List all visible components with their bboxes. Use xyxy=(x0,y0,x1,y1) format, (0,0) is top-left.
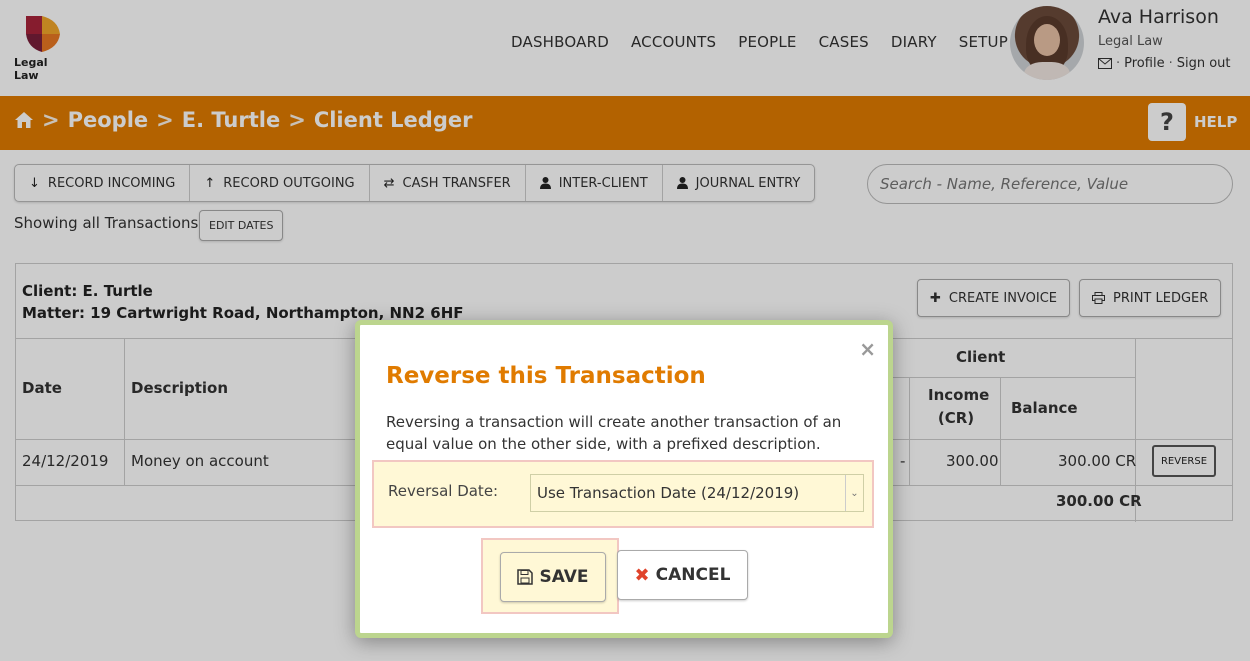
close-icon[interactable]: × xyxy=(859,337,876,361)
cancel-button[interactable]: ✖ CANCEL xyxy=(617,550,748,600)
reversal-date-row: Reversal Date: Use Transaction Date (24/… xyxy=(372,460,874,528)
reverse-transaction-modal: × Reverse this Transaction Reversing a t… xyxy=(355,320,893,638)
chevron-down-icon: ⌄ xyxy=(845,475,863,511)
save-label: SAVE xyxy=(539,567,589,587)
modal-description: Reversing a transaction will create anot… xyxy=(386,413,842,453)
save-highlight: SAVE xyxy=(481,538,619,614)
reversal-date-select[interactable]: Use Transaction Date (24/12/2019) ⌄ xyxy=(530,474,864,512)
reversal-date-value: Use Transaction Date (24/12/2019) xyxy=(537,484,800,502)
reversal-date-label: Reversal Date: xyxy=(388,482,499,500)
save-button[interactable]: SAVE xyxy=(500,552,606,602)
cancel-label: CANCEL xyxy=(655,565,731,585)
close-icon: ✖ xyxy=(634,564,650,586)
modal-title: Reverse this Transaction xyxy=(386,363,706,389)
save-icon xyxy=(517,569,534,585)
